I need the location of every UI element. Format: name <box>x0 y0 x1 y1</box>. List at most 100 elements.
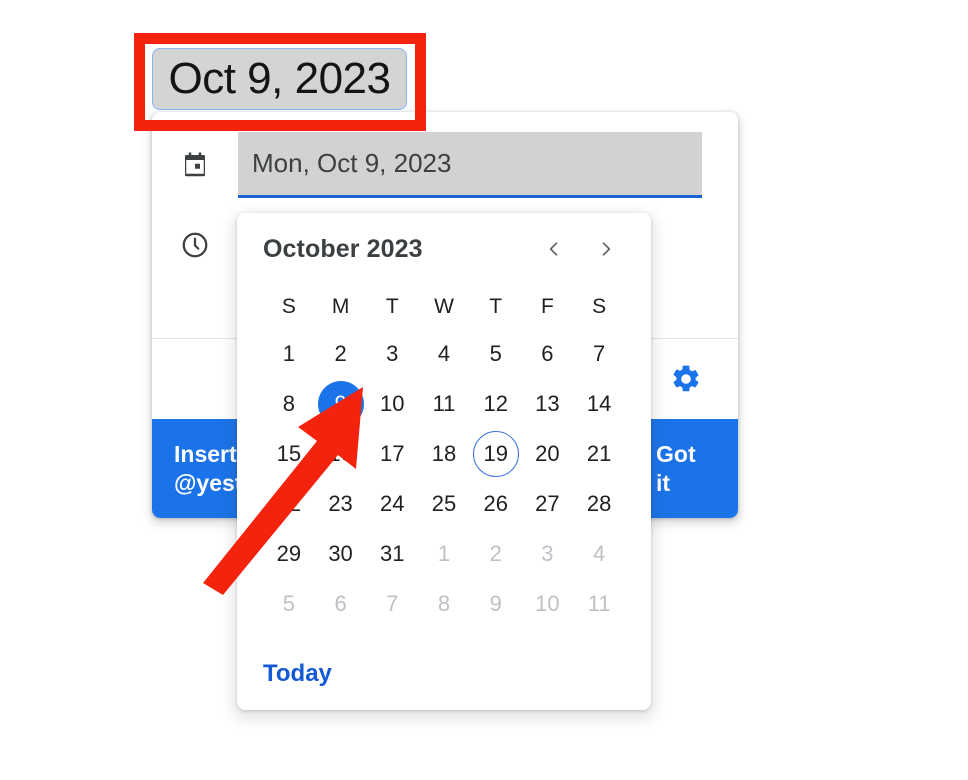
date-row: Mon, Oct 9, 2023 <box>152 132 738 198</box>
calendar-day-29[interactable]: 29 <box>266 531 312 577</box>
calendar-day-cell: 15 <box>263 429 315 479</box>
calendar-day-26[interactable]: 26 <box>473 481 519 527</box>
calendar-day-cell: 11 <box>418 379 470 429</box>
calendar-day-cell: 4 <box>418 329 470 379</box>
calendar-day-cell: 4 <box>573 529 625 579</box>
calendar-weekday-4: T <box>489 295 503 318</box>
date-token-text: Oct 9, 2023 <box>168 54 391 103</box>
calendar-day-22[interactable]: 22 <box>266 481 312 527</box>
calendar-day-cell: 7 <box>366 579 418 629</box>
calendar-day-11[interactable]: 11 <box>421 381 467 427</box>
calendar-popup: October 2023 S M T W T F S 1 2 3 4 5 6 7 8 9 10 11 12 13 14 1… <box>237 213 651 710</box>
calendar-day-6-adjacent[interactable]: 6 <box>318 581 364 627</box>
calendar-day-17[interactable]: 17 <box>369 431 415 477</box>
calendar-day-cell: 14 <box>573 379 625 429</box>
calendar-day-cell: 10 <box>522 579 574 629</box>
calendar-day-12[interactable]: 12 <box>473 381 519 427</box>
calendar-day-cell: 23 <box>315 479 367 529</box>
calendar-day-cell: 19 <box>470 429 522 479</box>
calendar-day-cell: 30 <box>315 529 367 579</box>
calendar-day-10[interactable]: 10 <box>369 381 415 427</box>
calendar-weekday-0: S <box>281 295 296 318</box>
calendar-nav <box>541 236 625 262</box>
calendar-day-4-adjacent[interactable]: 4 <box>576 531 622 577</box>
calendar-day-cell: 1 <box>263 329 315 379</box>
calendar-day-cell: 5 <box>470 329 522 379</box>
calendar-day-24[interactable]: 24 <box>369 481 415 527</box>
calendar-day-8-adjacent[interactable]: 8 <box>421 581 467 627</box>
date-input[interactable]: Mon, Oct 9, 2023 <box>238 132 702 198</box>
calendar-icon <box>152 150 238 180</box>
calendar-day-28[interactable]: 28 <box>576 481 622 527</box>
calendar-day-23[interactable]: 23 <box>318 481 364 527</box>
calendar-day-8[interactable]: 8 <box>266 381 312 427</box>
chevron-left-icon[interactable] <box>541 236 567 262</box>
calendar-day-14[interactable]: 14 <box>576 381 622 427</box>
calendar-header: October 2023 <box>263 213 625 285</box>
calendar-day-31[interactable]: 31 <box>369 531 415 577</box>
gear-icon[interactable] <box>662 355 710 403</box>
calendar-day-cell: 31 <box>366 529 418 579</box>
calendar-day-15[interactable]: 15 <box>266 431 312 477</box>
calendar-day-cell: 3 <box>522 529 574 579</box>
calendar-day-cell: 8 <box>418 579 470 629</box>
calendar-day-cell: 18 <box>418 429 470 479</box>
calendar-day-4[interactable]: 4 <box>421 331 467 377</box>
date-token-chip[interactable]: Oct 9, 2023 <box>152 48 407 110</box>
calendar-day-9-adjacent[interactable]: 9 <box>473 581 519 627</box>
calendar-day-3-adjacent[interactable]: 3 <box>524 531 570 577</box>
calendar-month-title: October 2023 <box>263 234 423 263</box>
calendar-day-cell: 16 <box>315 429 367 479</box>
calendar-day-7-adjacent[interactable]: 7 <box>369 581 415 627</box>
calendar-day-21[interactable]: 21 <box>576 431 622 477</box>
calendar-day-25[interactable]: 25 <box>421 481 467 527</box>
calendar-day-27[interactable]: 27 <box>524 481 570 527</box>
calendar-weekday-5: F <box>541 295 554 318</box>
calendar-day-cell: 26 <box>470 479 522 529</box>
calendar-day-cell: 6 <box>522 329 574 379</box>
calendar-day-cell: 3 <box>366 329 418 379</box>
calendar-day-1[interactable]: 1 <box>266 331 312 377</box>
calendar-day-cell: 29 <box>263 529 315 579</box>
calendar-day-20[interactable]: 20 <box>524 431 570 477</box>
calendar-day-cell: 13 <box>522 379 574 429</box>
calendar-day-cell: 8 <box>263 379 315 429</box>
calendar-day-cell: 10 <box>366 379 418 429</box>
calendar-day-cell: 1 <box>418 529 470 579</box>
calendar-day-5-adjacent[interactable]: 5 <box>266 581 312 627</box>
calendar-weekday-3: W <box>434 295 454 318</box>
calendar-day-cell: 20 <box>522 429 574 479</box>
calendar-day-11-adjacent[interactable]: 11 <box>576 581 622 627</box>
calendar-weekday-6: S <box>592 295 607 318</box>
calendar-day-cell: 7 <box>573 329 625 379</box>
calendar-day-cell: 2 <box>315 329 367 379</box>
chevron-right-icon[interactable] <box>593 236 619 262</box>
calendar-day-2[interactable]: 2 <box>318 331 364 377</box>
calendar-day-5[interactable]: 5 <box>473 331 519 377</box>
date-input-value: Mon, Oct 9, 2023 <box>252 148 452 178</box>
calendar-day-10-adjacent[interactable]: 10 <box>524 581 570 627</box>
calendar-day-7[interactable]: 7 <box>576 331 622 377</box>
calendar-day-2-adjacent[interactable]: 2 <box>473 531 519 577</box>
calendar-day-9[interactable]: 9 <box>317 381 364 427</box>
calendar-day-30[interactable]: 30 <box>318 531 364 577</box>
calendar-day-cell: 28 <box>573 479 625 529</box>
calendar-day-3[interactable]: 3 <box>369 331 415 377</box>
calendar-weekday-2: T <box>385 295 399 318</box>
calendar-day-cell: 27 <box>522 479 574 529</box>
calendar-day-cell: 21 <box>573 429 625 479</box>
calendar-day-18[interactable]: 18 <box>421 431 467 477</box>
calendar-day-cell: 2 <box>470 529 522 579</box>
calendar-day-6[interactable]: 6 <box>524 331 570 377</box>
calendar-day-cell: 22 <box>263 479 315 529</box>
calendar-day-1-adjacent[interactable]: 1 <box>421 531 467 577</box>
calendar-day-cell: 24 <box>366 479 418 529</box>
calendar-day-cell: 17 <box>366 429 418 479</box>
calendar-day-cell: 5 <box>263 579 315 629</box>
calendar-day-13[interactable]: 13 <box>524 381 570 427</box>
calendar-day-16[interactable]: 16 <box>318 431 364 477</box>
calendar-weekday-1: M <box>331 295 350 318</box>
calendar-day-cell: 9 <box>315 379 367 429</box>
today-link[interactable]: Today <box>263 660 332 688</box>
calendar-day-19[interactable]: 19 <box>472 431 519 477</box>
